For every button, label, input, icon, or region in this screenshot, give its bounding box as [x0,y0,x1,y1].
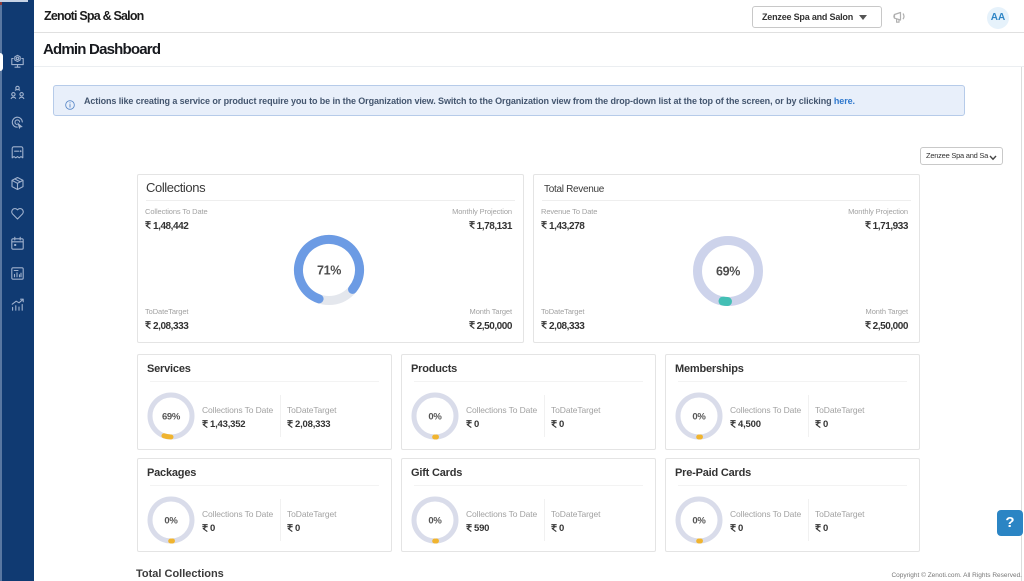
svg-text:0%: 0% [428,516,442,527]
svg-text:0%: 0% [692,412,706,423]
svg-text:0%: 0% [164,516,178,527]
svg-text:0%: 0% [428,412,442,423]
svg-text:71%: 71% [317,264,341,278]
svg-text:69%: 69% [716,265,740,279]
svg-text:69%: 69% [162,412,181,423]
svg-text:0%: 0% [692,516,706,527]
